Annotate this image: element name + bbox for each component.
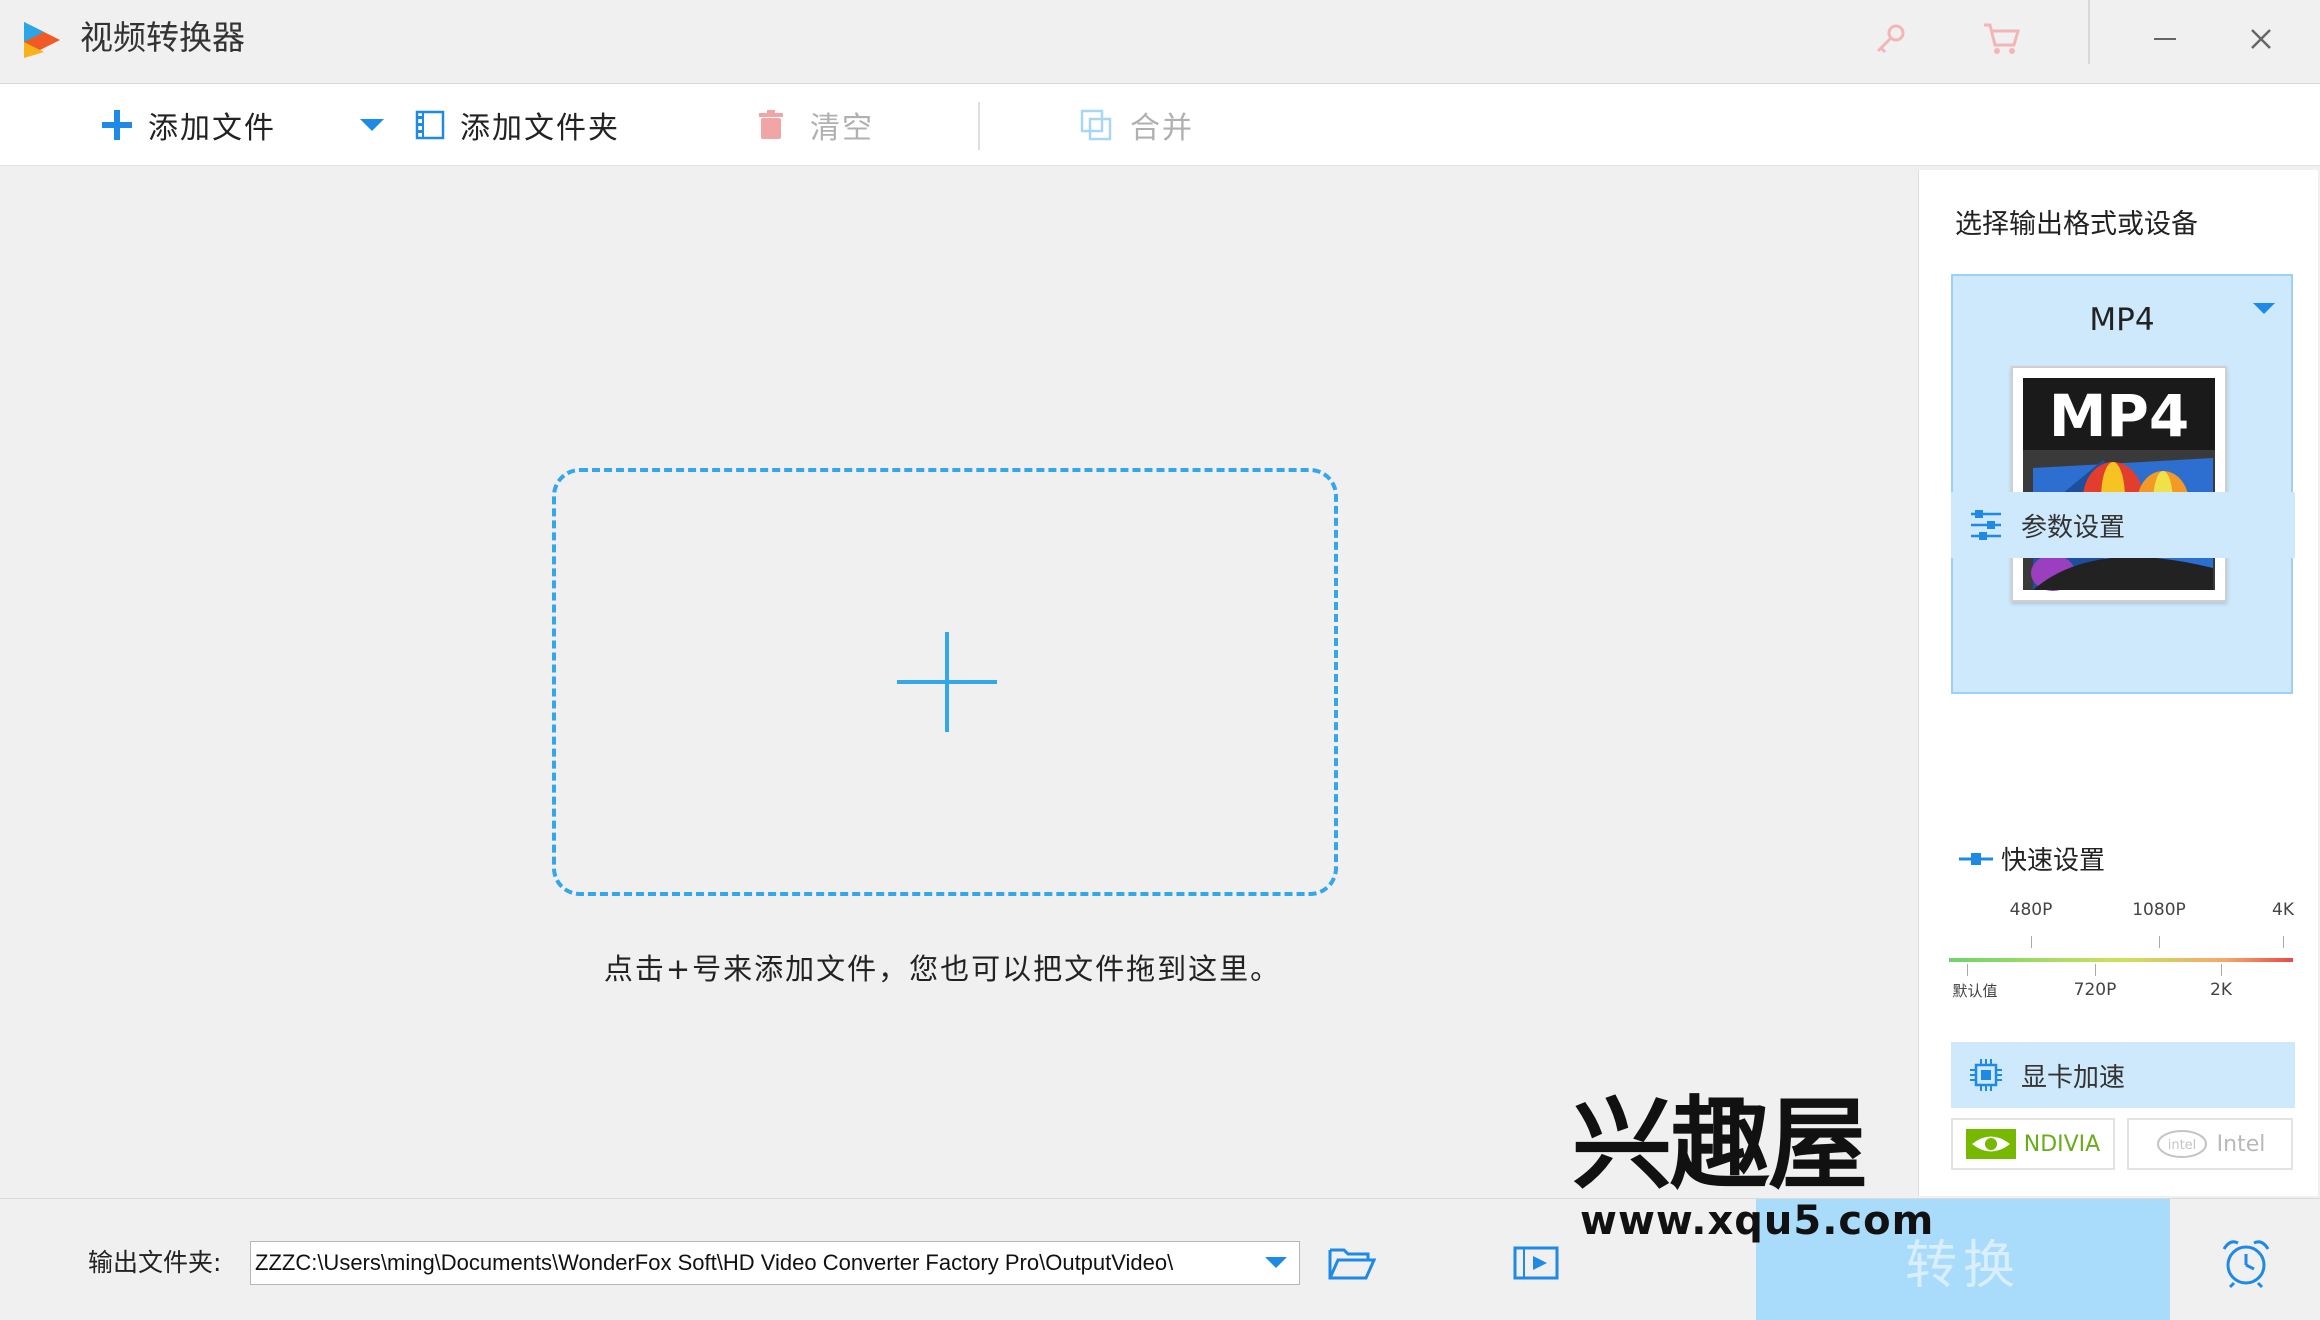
- merge-button[interactable]: 合并: [1080, 84, 1194, 166]
- slider-track[interactable]: [1949, 958, 2293, 962]
- alarm-button[interactable]: [2218, 1235, 2274, 1291]
- slider-tick: [2159, 936, 2160, 948]
- drop-hint-text: 点击+号来添加文件，您也可以把文件拖到这里。: [603, 952, 1282, 986]
- cart-icon[interactable]: [1976, 14, 2026, 64]
- slider-tick: [2283, 936, 2284, 948]
- slider-label-2k: 2K: [2210, 980, 2232, 1000]
- film-folder-icon: [415, 110, 445, 140]
- nvidia-label: NDIVIA: [2023, 1131, 2101, 1157]
- chip-icon: [1970, 1059, 2002, 1091]
- video-folder-icon: [1513, 1246, 1559, 1280]
- chevron-down-icon[interactable]: [2251, 300, 2277, 318]
- output-folder-path: ZZZC:\Users\ming\Documents\WonderFox Sof…: [255, 1250, 1174, 1275]
- trash-icon: [759, 110, 783, 139]
- output-folder-label: 输出文件夹:: [88, 1248, 222, 1277]
- slider-tick: [1967, 964, 1968, 976]
- gpu-acceleration-label: 显卡加速: [2021, 1062, 2126, 1093]
- titlebar-separator: [2088, 0, 2090, 64]
- file-list-area[interactable]: 点击+号来添加文件，您也可以把文件拖到这里。: [0, 166, 1915, 1198]
- intel-option[interactable]: intel Intel: [2127, 1118, 2293, 1170]
- add-file-button[interactable]: 添加文件: [100, 84, 276, 166]
- slider-label-default: 默认值: [1952, 982, 1998, 1000]
- minimize-icon: [2154, 38, 2176, 40]
- watermark: 兴趣屋 www.xqu5.com: [1572, 1086, 1933, 1245]
- output-format-panel: 选择输出格式或设备 MP4 MP4 参数设置 快速设置 480P 1080P 4…: [1918, 170, 2318, 1196]
- output-folder-input[interactable]: ZZZC:\Users\ming\Documents\WonderFox Sof…: [250, 1241, 1300, 1285]
- parameter-settings-label: 参数设置: [2021, 512, 2126, 543]
- quality-slider[interactable]: 480P 1080P 4K 默认值 720P 2K: [1949, 900, 2299, 1000]
- intel-logo-text: intel: [2167, 1138, 2196, 1153]
- slider-label-1080p: 1080P: [2132, 900, 2186, 920]
- intel-logo-icon: intel: [2156, 1130, 2207, 1158]
- sliders-icon: [1971, 510, 2001, 540]
- bottom-bar: 输出文件夹: ZZZC:\Users\ming\Documents\Wonder…: [0, 1198, 2320, 1320]
- format-name: MP4: [2089, 302, 2155, 338]
- close-icon: [2251, 29, 2271, 49]
- slider-label-4k: 4K: [2272, 900, 2294, 920]
- add-file-dropdown[interactable]: [358, 84, 386, 166]
- slider-tick: [2221, 964, 2222, 976]
- nvidia-option[interactable]: NDIVIA: [1951, 1118, 2115, 1170]
- window-title: 视频转换器: [80, 18, 245, 57]
- close-button[interactable]: [2236, 14, 2286, 64]
- add-file-label: 添加文件: [148, 111, 276, 146]
- app-logo-icon: [24, 22, 60, 58]
- nvidia-eye-icon: [1965, 1129, 2016, 1159]
- toolbar: 添加文件 添加文件夹 清空 合并: [0, 84, 2320, 166]
- clear-label: 清空: [810, 111, 874, 146]
- slider-tick: [2031, 936, 2032, 948]
- slider-tick: [2095, 964, 2096, 976]
- parameter-settings-button[interactable]: 参数设置: [1951, 492, 2295, 558]
- add-folder-label: 添加文件夹: [460, 111, 620, 146]
- chevron-down-icon[interactable]: [1263, 1254, 1289, 1272]
- mp4-format-icon: MP4: [2011, 366, 2227, 602]
- folder-open-icon: [1328, 1248, 1376, 1280]
- toolbar-separator: [978, 102, 980, 150]
- merge-icon: [1080, 109, 1112, 141]
- slider-icon: [1959, 852, 1993, 865]
- watermark-brand: 兴趣屋: [1572, 1086, 1868, 1203]
- slider-label-480p: 480P: [2009, 900, 2053, 920]
- open-folder-button[interactable]: [1326, 1239, 1378, 1287]
- format-selector[interactable]: MP4 MP4: [1951, 274, 2293, 694]
- chevron-down-icon: [360, 119, 384, 131]
- mp4-thumb-text: MP4: [2049, 382, 2190, 450]
- plus-icon: [102, 110, 132, 140]
- merge-label: 合并: [1130, 111, 1194, 146]
- title-bar: 视频转换器: [0, 0, 2320, 84]
- output-video-folder-button[interactable]: [1510, 1239, 1562, 1287]
- watermark-url: www.xqu5.com: [1580, 1198, 1935, 1244]
- alarm-clock-icon: [2222, 1240, 2270, 1289]
- gpu-acceleration-button[interactable]: 显卡加速: [1951, 1042, 2295, 1108]
- key-icon[interactable]: [1866, 14, 1916, 64]
- quick-settings-label: 快速设置: [2001, 846, 2106, 876]
- clear-button[interactable]: 清空: [756, 84, 874, 166]
- add-folder-button[interactable]: 添加文件夹: [414, 84, 620, 166]
- add-plus-icon[interactable]: [897, 632, 997, 732]
- slider-label-720p: 720P: [2073, 980, 2117, 1000]
- minimize-button[interactable]: [2140, 14, 2190, 64]
- intel-label: Intel: [2216, 1131, 2266, 1157]
- panel-title: 选择输出格式或设备: [1955, 209, 2198, 240]
- drop-zone[interactable]: [552, 468, 1338, 896]
- quick-settings-title: 快速设置: [1959, 840, 2105, 877]
